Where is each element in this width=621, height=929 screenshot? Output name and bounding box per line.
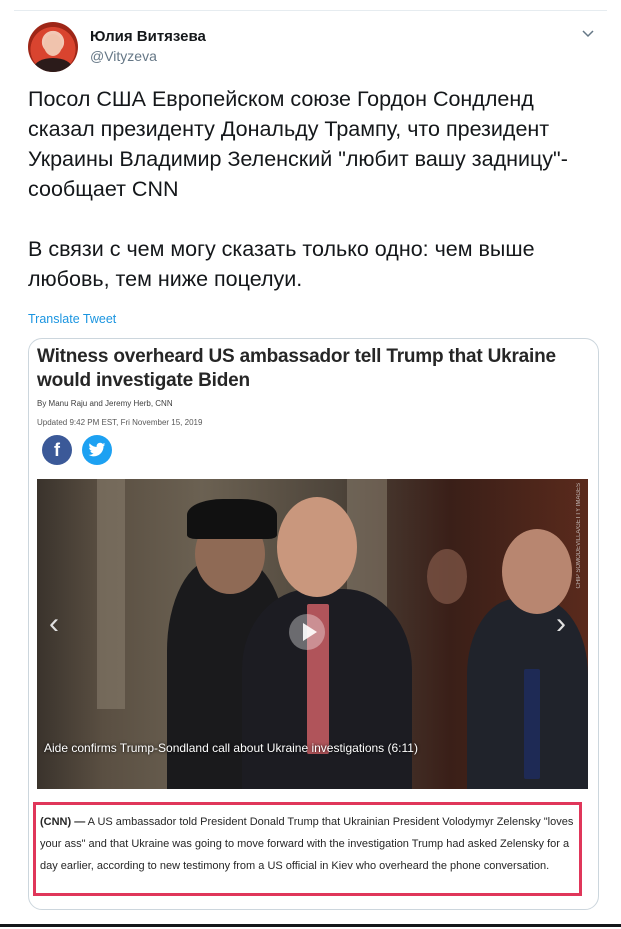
excerpt-body: A US ambassador told President Donald Tr…: [40, 816, 574, 872]
article-card[interactable]: Witness overheard US ambassador tell Tru…: [28, 338, 599, 910]
avatar[interactable]: [28, 22, 78, 72]
prev-arrow-icon[interactable]: ‹: [49, 609, 69, 639]
play-icon[interactable]: [289, 614, 325, 650]
excerpt-lead: (CNN) —: [40, 816, 86, 828]
next-arrow-icon[interactable]: ›: [556, 609, 576, 639]
article-excerpt: (CNN) — A US ambassador told President D…: [33, 802, 582, 896]
photo-head: [502, 529, 572, 614]
author-name[interactable]: Юлия Витязева: [90, 28, 206, 45]
twitter-bird-icon: [88, 442, 106, 457]
photo-caption: Aide confirms Trump-Sondland call about …: [44, 741, 418, 755]
article-updated: Updated 9:42 PM EST, Fri November 15, 20…: [37, 418, 203, 427]
facebook-icon[interactable]: f: [42, 435, 72, 465]
avatar-shoulders: [34, 58, 72, 72]
translate-tweet-link[interactable]: Translate Tweet: [28, 312, 116, 326]
bottom-divider: [0, 924, 621, 927]
tweet-text: Посол США Европейском союзе Гордон Сондл…: [28, 87, 568, 291]
photo-cap: [187, 499, 277, 539]
article-byline: By Manu Raju and Jeremy Herb, CNN: [37, 399, 173, 408]
photo-head: [427, 549, 467, 604]
chevron-down-icon[interactable]: [581, 26, 595, 40]
author-handle[interactable]: @Vityzeva: [90, 48, 157, 64]
article-headline: Witness overheard US ambassador tell Tru…: [37, 346, 556, 391]
avatar-face: [44, 34, 62, 56]
tweet: Юлия Витязева @Vityzeva Посол США Европе…: [0, 0, 621, 929]
article-photo[interactable]: CHIP SOMODEVILLA/GETTY IMAGES ‹ › Aide c…: [37, 479, 588, 789]
photo-pillar: [97, 479, 125, 709]
divider: [14, 10, 607, 11]
photo-head: [277, 497, 357, 597]
photo-credit: CHIP SOMODEVILLA/GETTY IMAGES: [576, 483, 582, 589]
twitter-icon[interactable]: [82, 435, 112, 465]
photo-tie: [524, 669, 540, 779]
